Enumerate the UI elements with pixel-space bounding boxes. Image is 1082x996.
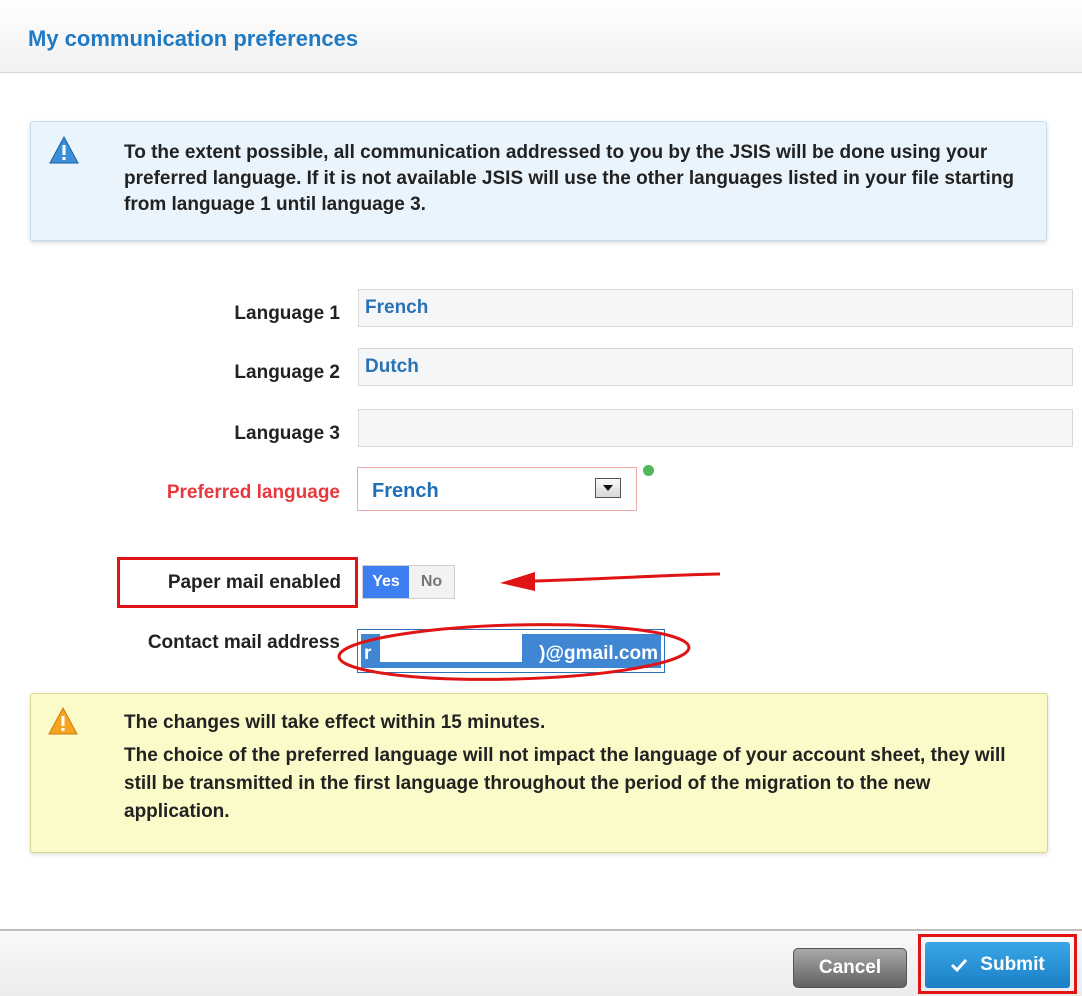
language2-label: Language 2 xyxy=(234,362,340,383)
submit-button[interactable]: Submit xyxy=(925,942,1070,988)
annotation-ellipse-icon xyxy=(337,623,691,681)
contact-mail-label: Contact mail address xyxy=(147,632,340,653)
checkmark-icon xyxy=(951,958,968,973)
language2-field[interactable]: Dutch xyxy=(358,348,1073,386)
language1-label: Language 1 xyxy=(234,303,340,324)
valid-check-icon xyxy=(643,465,654,476)
dialog-header: My communication preferences xyxy=(0,0,1082,73)
info-notice: To the extent possible, all communicatio… xyxy=(30,121,1047,241)
warning-triangle-blue-icon xyxy=(49,136,79,164)
paper-mail-toggle[interactable]: Yes No xyxy=(362,565,455,599)
warning-line2: The choice of the preferred language wil… xyxy=(124,745,1006,822)
annotation-arrow-icon xyxy=(500,572,721,591)
paper-mail-no-option[interactable]: No xyxy=(409,566,454,598)
paper-mail-yes-option[interactable]: Yes xyxy=(363,566,409,598)
cancel-button[interactable]: Cancel xyxy=(793,948,907,988)
warning-line1: The changes will take effect within 15 m… xyxy=(124,712,546,733)
paper-mail-label: Paper mail enabled xyxy=(167,572,341,593)
language3-label: Language 3 xyxy=(234,423,340,444)
preferred-language-value: French xyxy=(372,480,439,502)
warning-notice: The changes will take effect within 15 m… xyxy=(30,693,1048,853)
preferred-language-label: Preferred language xyxy=(166,482,340,503)
preferred-language-select[interactable]: French xyxy=(357,467,637,511)
warning-triangle-orange-icon xyxy=(48,707,78,735)
language3-field[interactable] xyxy=(358,409,1073,447)
info-text: To the extent possible, all communicatio… xyxy=(124,142,1015,215)
submit-label: Submit xyxy=(980,954,1045,975)
dialog-title: My communication preferences xyxy=(28,26,359,51)
chevron-down-icon[interactable] xyxy=(595,478,621,498)
language1-field[interactable]: French xyxy=(358,289,1073,327)
